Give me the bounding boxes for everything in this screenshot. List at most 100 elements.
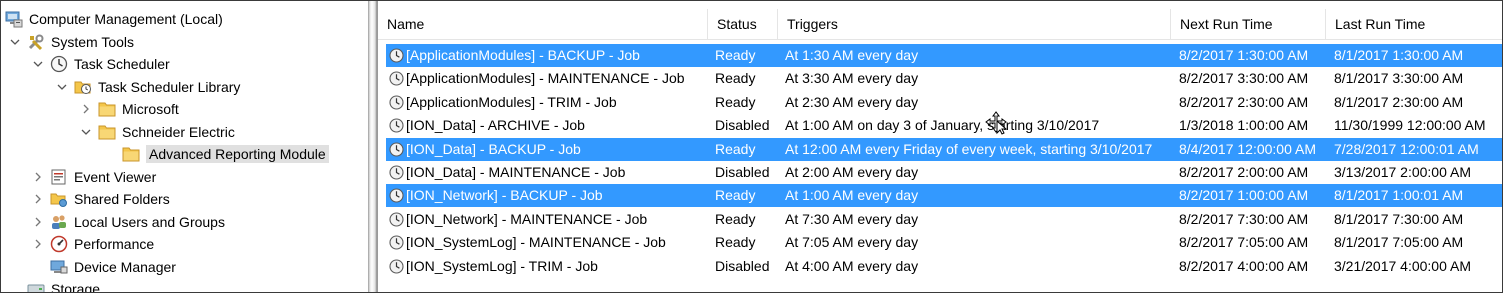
device-manager-icon — [50, 258, 68, 276]
folder-icon — [122, 145, 140, 163]
task-triggers: At 1:00 AM every day — [785, 187, 919, 204]
task-name: [ION_Network] - MAINTENANCE - Job — [406, 210, 648, 227]
users-icon — [50, 213, 68, 231]
task-last-run-time: 8/1/2017 1:00:01 AM — [1334, 187, 1464, 204]
tree-item-microsoft[interactable]: Microsoft — [78, 98, 179, 120]
task-last-run-time: 8/1/2017 7:30:00 AM — [1334, 210, 1464, 227]
task-clock-icon — [389, 48, 404, 63]
tree-item-shared-folders[interactable]: Shared Folders — [30, 188, 170, 210]
task-last-run-time: 8/1/2017 2:30:00 AM — [1334, 93, 1464, 110]
tree-item-label: Schneider Electric — [122, 123, 235, 140]
task-triggers: At 7:05 AM every day — [785, 234, 919, 251]
task-last-run-time: 3/21/2017 4:00:00 AM — [1334, 257, 1471, 274]
chevron-right-icon[interactable] — [30, 214, 46, 230]
navigation-tree[interactable]: Computer Management (Local) System Tools T… — [1, 1, 368, 292]
tree-item-system-tools[interactable]: System Tools — [7, 31, 134, 53]
task-status: Ready — [715, 210, 756, 227]
task-row[interactable]: [ApplicationModules] - BACKUP - Job Ready… — [386, 44, 1502, 67]
task-clock-icon — [389, 71, 404, 86]
tree-item-task-scheduler-library[interactable]: Task Scheduler Library — [54, 76, 240, 98]
task-status: Disabled — [715, 117, 770, 134]
task-row[interactable]: [ION_SystemLog] - MAINTENANCE - Job Ready… — [386, 231, 1502, 254]
tree-item-task-scheduler[interactable]: Task Scheduler — [30, 53, 170, 75]
task-name: [ApplicationModules] - TRIM - Job — [406, 93, 617, 110]
chevron-right-icon[interactable] — [78, 101, 94, 117]
task-name: [ION_Data] - MAINTENANCE - Job — [406, 164, 626, 180]
task-status: Ready — [715, 47, 756, 63]
tree-item-label: Performance — [74, 236, 155, 252]
tree-item-label: Computer Management (Local) — [29, 11, 223, 27]
tree-item-label: Microsoft — [122, 101, 179, 117]
task-next-run-time: 8/2/2017 4:00:00 AM — [1179, 257, 1309, 274]
move-cursor-icon — [985, 111, 1007, 135]
column-header-last-run-time[interactable]: Last Run Time — [1326, 9, 1502, 39]
task-row[interactable]: [ION_Network] - BACKUP - Job Ready At 1:00… — [386, 184, 1502, 208]
tree-item-computer-management-local[interactable]: Computer Management (Local) — [5, 8, 223, 30]
clock-icon — [50, 55, 68, 73]
column-header-next-run-time[interactable]: Next Run Time — [1171, 9, 1326, 39]
chevron-right-icon[interactable] — [30, 169, 46, 185]
task-status: Ready — [715, 70, 756, 87]
task-status: Ready — [715, 140, 756, 157]
task-status: Ready — [715, 93, 756, 110]
tree-item-label: Event Viewer — [74, 168, 157, 185]
task-status: Disabled — [715, 257, 770, 274]
task-next-run-time: 8/2/2017 1:00:00 AM — [1179, 187, 1309, 204]
chevron-down-icon[interactable] — [7, 34, 23, 50]
task-clock-icon — [389, 142, 404, 157]
task-name: [ION_Data] - ARCHIVE - Job — [406, 117, 585, 134]
pane-splitter[interactable] — [368, 1, 377, 292]
task-next-run-time: 8/2/2017 2:30:00 AM — [1179, 93, 1309, 110]
tree-item-schneider-electric[interactable]: Schneider Electric — [78, 121, 235, 143]
task-clock-icon — [389, 212, 404, 227]
chevron-down-icon[interactable] — [30, 56, 46, 72]
chevron-down-icon[interactable] — [54, 79, 70, 95]
task-last-run-time: 7/28/2017 12:00:01 AM — [1334, 140, 1479, 157]
tree-item-event-viewer[interactable]: Event Viewer — [30, 166, 156, 188]
folder-clock-icon — [74, 78, 92, 96]
chevron-right-icon[interactable] — [30, 191, 46, 207]
tree-item-local-users-and-groups[interactable]: Local Users and Groups — [30, 211, 225, 233]
folder-icon — [98, 123, 116, 141]
tree-item-device-manager[interactable]: Device Manager — [30, 256, 176, 278]
task-clock-icon — [389, 165, 404, 180]
tree-item-label: Storage — [51, 281, 101, 292]
chevron-right-icon[interactable] — [30, 236, 46, 252]
task-row[interactable]: [ApplicationModules] - TRIM - Job Ready At… — [386, 91, 1502, 114]
tree-item-advanced-reporting-module[interactable]: Advanced Reporting Module — [102, 143, 329, 165]
task-clock-icon — [389, 188, 404, 203]
tree-item-label: Device Manager — [74, 258, 176, 275]
task-name: [ION_SystemLog] - TRIM - Job — [406, 257, 598, 274]
task-triggers: At 7:30 AM every day — [785, 210, 919, 227]
task-row[interactable]: [ION_Data] - ARCHIVE - Job Disabled At 1:0… — [386, 114, 1502, 137]
column-header-bar: Name Status Triggers Next Run Time Last … — [378, 9, 1502, 40]
task-row[interactable]: [ION_Network] - MAINTENANCE - Job Ready At… — [386, 208, 1502, 231]
tree-item-storage[interactable]: Storage — [7, 278, 100, 292]
column-header-triggers[interactable]: Triggers — [778, 9, 1171, 39]
task-clock-icon — [389, 235, 404, 250]
task-row[interactable]: [ION_SystemLog] - TRIM - Job Disabled At 4… — [386, 255, 1502, 278]
shared-folders-icon — [50, 190, 68, 208]
task-status: Disabled — [715, 164, 770, 180]
task-name: [ION_SystemLog] - MAINTENANCE - Job — [406, 234, 666, 251]
tree-item-performance[interactable]: Performance — [30, 233, 154, 255]
task-last-run-time: 8/1/2017 7:05:00 AM — [1334, 234, 1464, 251]
task-triggers: At 2:30 AM every day — [785, 93, 919, 110]
chevron-down-icon[interactable] — [78, 124, 94, 140]
task-last-run-time: 3/13/2017 2:00:00 AM — [1334, 164, 1471, 180]
tree-item-label: Task Scheduler — [74, 56, 170, 72]
column-header-name[interactable]: Name — [378, 9, 708, 39]
task-row[interactable]: [ION_Data] - BACKUP - Job Ready At 12:00 A… — [386, 137, 1502, 161]
task-list-pane[interactable]: Name Status Triggers Next Run Time Last … — [377, 1, 1502, 292]
computer-management-icon — [5, 10, 23, 28]
task-clock-icon — [389, 95, 404, 110]
task-name: [ION_Network] - BACKUP - Job — [406, 187, 603, 204]
performance-icon — [50, 235, 68, 253]
task-row[interactable]: [ION_Data] - MAINTENANCE - Job Disabled At… — [386, 161, 1502, 184]
task-row[interactable]: [ApplicationModules] - MAINTENANCE - Job… — [386, 67, 1502, 90]
column-header-status[interactable]: Status — [708, 9, 778, 39]
folder-icon — [98, 100, 116, 118]
task-triggers: At 1:30 AM every day — [785, 47, 919, 63]
